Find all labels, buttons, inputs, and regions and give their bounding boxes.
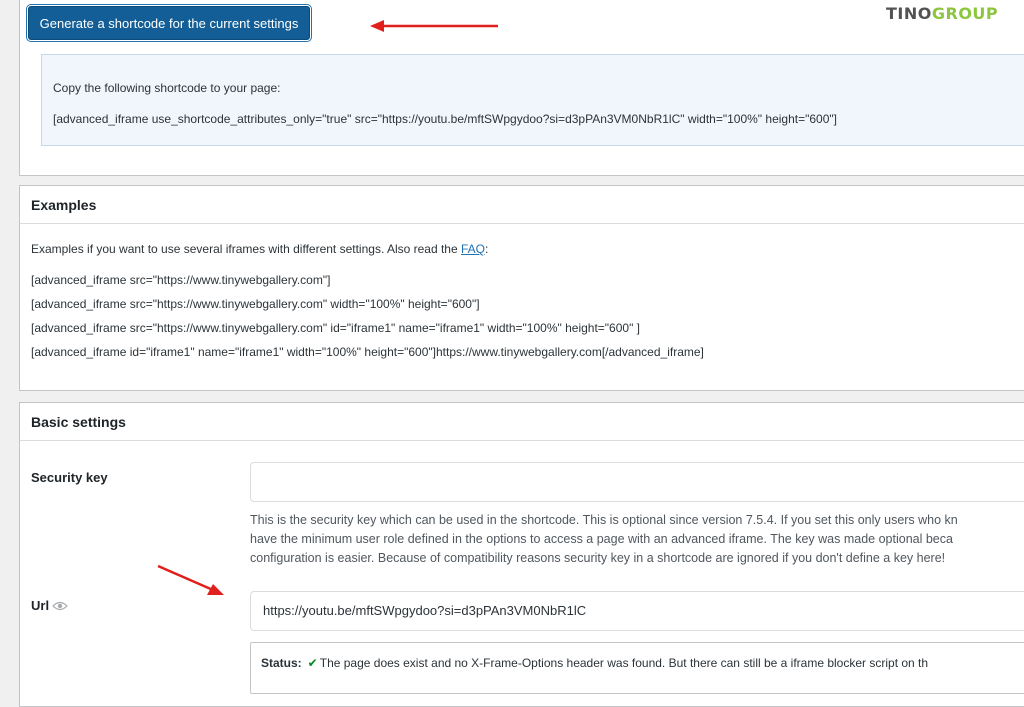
security-key-input[interactable] xyxy=(250,462,1024,502)
example-line-1: [advanced_iframe src="https://www.tinywe… xyxy=(31,273,331,287)
generated-shortcode[interactable]: [advanced_iframe use_shortcode_attribute… xyxy=(53,112,837,126)
annotation-arrow-down-right xyxy=(157,564,224,595)
basic-settings-title: Basic settings xyxy=(20,403,1024,441)
basic-settings-panel: Basic settings Security key This is the … xyxy=(19,402,1024,707)
example-line-3: [advanced_iframe src="https://www.tinywe… xyxy=(31,321,641,335)
security-key-description: This is the security key which can be us… xyxy=(250,513,958,565)
url-label: Url xyxy=(31,598,50,613)
url-status-box: Status: ✔ The page does exist and no X-Fra… xyxy=(250,642,1024,694)
eye-icon[interactable] xyxy=(52,601,68,611)
status-text: The page does exist and no X-Frame-Optio… xyxy=(319,656,929,670)
shortcode-intro-text: Copy the following shortcode to your pag… xyxy=(53,81,281,95)
status-label: Status: xyxy=(261,656,302,670)
examples-title: Examples xyxy=(20,186,1024,224)
shortcode-output-box: Copy the following shortcode to your pag… xyxy=(41,54,1024,146)
example-line-4: [advanced_iframe id="iframe1" name="ifra… xyxy=(31,345,704,359)
examples-intro: Examples if you want to use several ifra… xyxy=(31,242,489,256)
tinogroup-logo: TINOGROUP xyxy=(886,4,999,23)
examples-panel: Examples Examples if you want to use sev… xyxy=(19,185,1024,391)
example-line-2: [advanced_iframe src="https://www.tinywe… xyxy=(31,297,480,311)
generate-shortcode-button[interactable]: Generate a shortcode for the current set… xyxy=(28,6,310,40)
url-input[interactable]: https://youtu.be/mftSWpgydoo?si=d3pPAn3V… xyxy=(250,591,1024,631)
shortcode-panel: Generate a shortcode for the current set… xyxy=(19,0,1024,176)
faq-link[interactable]: FAQ xyxy=(461,242,485,256)
checkmark-icon: ✔ xyxy=(307,656,318,670)
annotation-arrow-left xyxy=(370,20,498,32)
security-key-label: Security key xyxy=(31,470,108,485)
url-label-row: Url xyxy=(31,598,68,613)
